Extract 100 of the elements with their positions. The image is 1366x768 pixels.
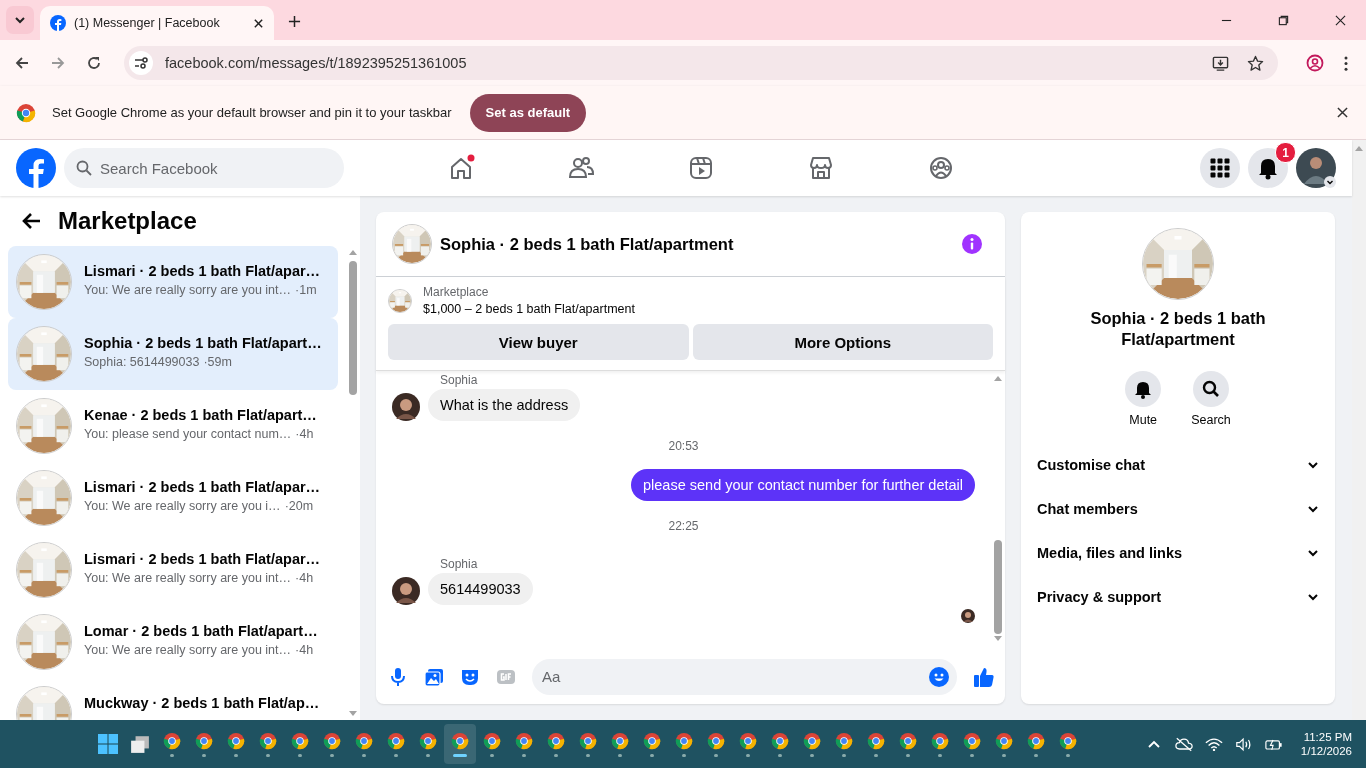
message-time: ·4h xyxy=(295,427,314,441)
facebook-logo[interactable] xyxy=(16,148,56,188)
more-icon[interactable] xyxy=(1344,55,1348,71)
conversation-item[interactable]: Kenae · 2 beds 1 bath Flat/apart… You: please send your contact num… ·4h xyxy=(8,390,338,462)
action-button[interactable]: View buyer xyxy=(388,324,689,360)
close-icon[interactable] xyxy=(1335,15,1346,26)
message-time: ·20m xyxy=(284,499,314,513)
message-preview: You: We are really sorry are you i… xyxy=(84,499,281,513)
site-settings-icon[interactable] xyxy=(129,51,153,75)
message-time: ·59m xyxy=(203,355,232,369)
tab-list-icon[interactable] xyxy=(6,6,34,34)
action-button[interactable]: More Options xyxy=(692,324,993,360)
taskbar-button[interactable] xyxy=(444,724,476,764)
chrome-icon xyxy=(163,731,181,750)
chrome-icon xyxy=(1027,731,1045,750)
volume-icon[interactable] xyxy=(1234,736,1253,752)
chrome-icon xyxy=(227,731,245,750)
conversation-item[interactable]: Lismari · 2 beds 1 bath Flat/apar… You: We are really sorry are you int… ·1m xyxy=(8,246,338,318)
account-avatar[interactable] xyxy=(1296,148,1336,188)
search-field[interactable]: Search Facebook xyxy=(64,148,344,188)
emoji-icon[interactable] xyxy=(929,666,949,687)
chrome-icon xyxy=(963,731,981,750)
close-icon[interactable] xyxy=(253,17,264,29)
chrome-icon xyxy=(835,731,853,750)
star-icon[interactable] xyxy=(1247,54,1264,72)
chrome-icon xyxy=(899,731,917,750)
section-header[interactable]: Media, files and links xyxy=(1037,530,1319,575)
groups-icon[interactable] xyxy=(927,154,955,182)
chrome-icon xyxy=(387,731,405,750)
message-time: ·1m xyxy=(295,283,317,297)
search-icon xyxy=(76,160,92,176)
plus-icon[interactable] xyxy=(288,15,301,28)
thumbs-up-icon[interactable] xyxy=(973,665,995,688)
sender-name: Sophia xyxy=(440,557,479,571)
conversation-title: Sophia · 2 beds 1 bath Flat/apartment xyxy=(1089,308,1267,351)
menu-icon[interactable] xyxy=(1200,148,1240,188)
reload-icon[interactable] xyxy=(86,55,102,71)
back-icon[interactable] xyxy=(14,55,30,71)
section-header[interactable]: Customise chat xyxy=(1037,442,1319,487)
close-icon[interactable] xyxy=(1337,107,1348,118)
scrollbar[interactable] xyxy=(1352,140,1366,720)
infobar-message: Set Google Chrome as your default browser and pin it to your taskbar xyxy=(52,105,452,120)
conversation-item[interactable]: Lismari · 2 beds 1 bath Flat/apar… You: We are really sorry are you i… ·20m xyxy=(8,462,338,534)
conversation-name: Kenae · 2 beds 1 bath Flat/apart… xyxy=(84,407,317,423)
image-icon[interactable] xyxy=(424,666,444,687)
conversation-item[interactable]: Lomar · 2 beds 1 bath Flat/apart… You: We are really sorry are you int… ·4h xyxy=(8,606,338,678)
chrome-icon xyxy=(739,731,757,750)
cloud-offline-icon[interactable] xyxy=(1174,736,1193,752)
avatar xyxy=(392,393,420,421)
set-default-button[interactable]: Set as default xyxy=(469,93,587,132)
listing-summary: $1,000 – 2 beds 1 bath Flat/apartment xyxy=(423,302,635,316)
message-time: ·4h xyxy=(295,643,314,657)
install-icon[interactable] xyxy=(1212,54,1229,72)
clock-time[interactable]: 11:25 PM xyxy=(1303,731,1352,743)
browser-tab[interactable]: (1) Messenger | Facebook xyxy=(40,6,274,40)
chrome-icon xyxy=(675,731,693,750)
conversation-item[interactable]: Sophia · 2 beds 1 bath Flat/apart… Sophia: 5614499033 ·59m xyxy=(8,318,338,390)
action-label: Search xyxy=(1191,412,1231,427)
message-bubble: 5614499033 xyxy=(428,573,533,605)
forward-icon[interactable] xyxy=(50,55,66,71)
chrome-icon xyxy=(643,731,661,750)
timestamp: 20:53 xyxy=(668,439,699,453)
section-header[interactable]: Privacy & support xyxy=(1037,574,1319,619)
message-bubble: What is the address xyxy=(428,389,581,421)
shop-icon[interactable] xyxy=(807,154,835,182)
search-icon[interactable] xyxy=(1193,370,1229,407)
address-bar[interactable]: facebook.com/messages/t/1892395251361005 xyxy=(124,46,1278,80)
conversation-name: Muckway · 2 beds 1 bath Flat/ap… xyxy=(84,695,320,711)
profile-icon[interactable] xyxy=(1306,54,1324,72)
chrome-icon xyxy=(323,731,341,750)
task-view-icon[interactable] xyxy=(130,734,150,754)
conversation-name: Lismari · 2 beds 1 bath Flat/apar… xyxy=(84,263,321,279)
avatar xyxy=(392,577,420,605)
chrome-icon xyxy=(483,731,501,750)
video-icon[interactable] xyxy=(687,154,715,182)
listing-label: Marketplace xyxy=(423,285,490,299)
chrome-icon xyxy=(291,731,309,750)
chrome-icon xyxy=(355,731,373,750)
message-preview: You: We are really sorry are you int… xyxy=(84,571,292,585)
clock-date[interactable]: 1/12/2026 xyxy=(1300,745,1352,757)
bell-icon[interactable] xyxy=(1248,148,1288,188)
message-field[interactable]: Aa xyxy=(532,658,957,695)
conversation-name: Sophia · 2 beds 1 bath Flat/apart… xyxy=(84,335,322,351)
info-icon[interactable] xyxy=(961,233,983,255)
message-preview: You: We are really sorry are you int… xyxy=(84,643,292,657)
sidebar-title: Marketplace xyxy=(58,207,197,235)
microphone-icon[interactable] xyxy=(388,666,408,687)
back-icon[interactable] xyxy=(22,211,42,231)
section-header[interactable]: Chat members xyxy=(1037,486,1319,531)
url-text: facebook.com/messages/t/1892395251361005 xyxy=(165,55,467,71)
bell-icon[interactable] xyxy=(1125,370,1162,407)
chrome-icon[interactable] xyxy=(16,102,36,123)
facebook-icon xyxy=(50,15,66,31)
conversation-name: Lismari · 2 beds 1 bath Flat/apar… xyxy=(84,551,321,567)
restore-icon[interactable] xyxy=(1278,15,1289,26)
conversation-item[interactable]: Lismari · 2 beds 1 bath Flat/apar… You: We are really sorry are you int… ·4h xyxy=(8,534,338,606)
chrome-icon xyxy=(931,731,949,750)
conversation-name: Lomar · 2 beds 1 bath Flat/apart… xyxy=(84,623,318,639)
conversation-name: Lismari · 2 beds 1 bath Flat/apar… xyxy=(84,479,321,495)
wifi-icon[interactable] xyxy=(1204,736,1223,752)
